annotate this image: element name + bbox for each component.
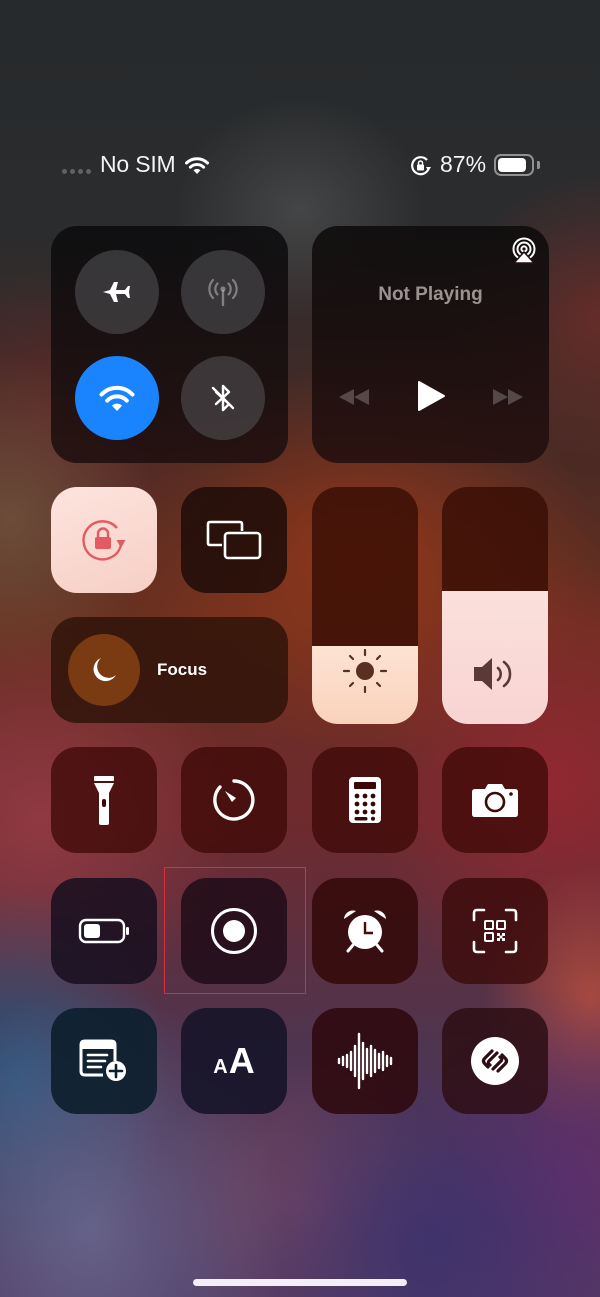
camera-button[interactable] [442,747,548,853]
calculator-icon [349,777,381,823]
camera-icon [472,784,518,817]
battery-level-fill [498,158,526,172]
battery-cap [537,161,540,169]
play-button[interactable] [416,380,446,412]
screen-mirroring-icon [206,520,262,560]
home-indicator[interactable] [193,1279,407,1286]
bluetooth-off-icon [211,384,235,412]
fast-forward-button[interactable] [492,388,524,406]
text-size-big-glyph: A [228,1040,255,1081]
flashlight-icon [94,776,114,825]
now-playing-status: Not Playing [378,284,483,305]
volume-icon-wrap [442,654,548,694]
sun-icon [342,648,388,694]
timer-icon [213,779,255,821]
carrier-label: No SIM [100,151,176,177]
wifi-status-icon [185,157,209,174]
volume-slider[interactable] [442,487,548,724]
screen-mirroring-button[interactable] [181,487,287,593]
brightness-slider[interactable] [312,487,418,724]
media-controls [312,378,549,414]
quick-note-button[interactable] [51,1008,157,1114]
airplay-icon[interactable] [511,237,537,265]
connectivity-panel[interactable] [51,226,288,463]
shazam-icon [471,1037,519,1085]
timer-button[interactable] [181,747,287,853]
battery-icon [78,918,129,944]
sound-recognition-button[interactable] [312,1008,418,1114]
brightness-icon-wrap [312,648,418,694]
record-icon [211,908,257,954]
code-scanner-button[interactable] [442,878,548,984]
text-size-small-glyph: A [213,1056,228,1078]
bluetooth-toggle[interactable] [181,356,265,440]
battery-icon [494,154,534,176]
focus-label: Focus [157,660,208,679]
status-bar: No SIM 87% [0,148,600,182]
cellular-signal-icon [62,169,91,174]
text-size-icon: A A [213,1040,254,1082]
cellular-data-toggle[interactable] [181,250,265,334]
focus-icon-circle [68,634,140,706]
rewind-button[interactable] [338,388,370,406]
speaker-icon [474,658,512,690]
screen-recording-button[interactable] [181,878,287,984]
orientation-lock-status-icon [411,156,431,176]
now-playing-panel[interactable]: Not Playing [312,226,549,463]
moon-icon [93,658,116,682]
low-power-mode-button[interactable] [51,878,157,984]
wifi-icon [99,385,135,411]
airplane-mode-toggle[interactable] [75,250,159,334]
alarm-button[interactable] [312,878,418,984]
qr-code-icon [472,908,518,954]
focus-button[interactable]: Focus [51,617,288,723]
calculator-button[interactable] [312,747,418,853]
text-size-button[interactable]: A A [181,1008,287,1114]
alarm-clock-icon [344,910,386,953]
airplane-icon [103,282,130,302]
waveform-icon [337,1032,393,1090]
orientation-lock-button[interactable] [51,487,157,593]
rotation-lock-icon [82,520,126,561]
antenna-icon [208,278,238,307]
note-add-icon [79,1039,126,1081]
flashlight-button[interactable] [51,747,157,853]
music-recognition-button[interactable] [442,1008,548,1114]
wifi-toggle[interactable] [75,356,159,440]
battery-percentage: 87% [440,151,487,177]
